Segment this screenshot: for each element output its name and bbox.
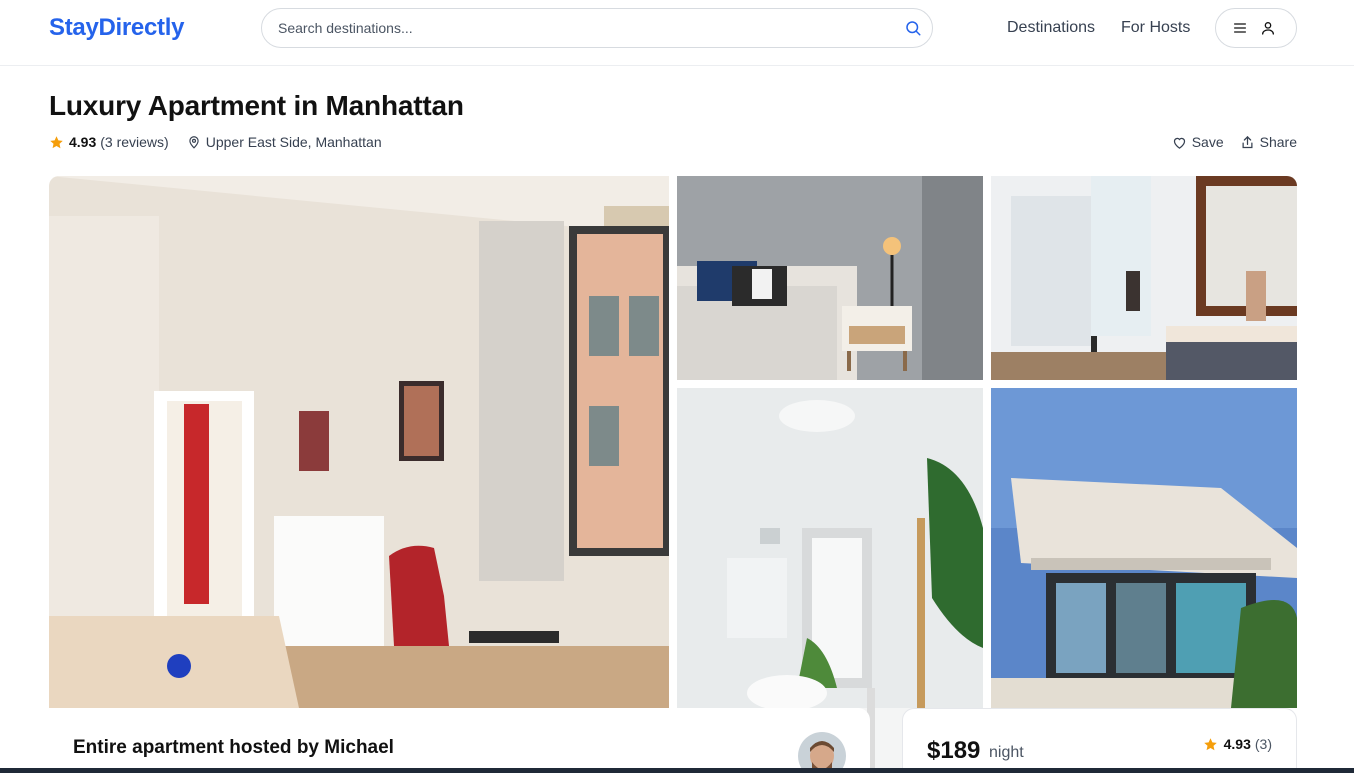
booking-rating-value: 4.93	[1223, 736, 1251, 752]
photo-bathroom[interactable]	[991, 176, 1297, 380]
listing-title: Luxury Apartment in Manhattan	[49, 90, 464, 121]
save-label: Save	[1191, 134, 1224, 150]
host-title: Entire apartment hosted by Michael	[73, 737, 394, 758]
booking-review-count: (3)	[1254, 736, 1272, 752]
star-icon	[1203, 737, 1217, 750]
bottom-edge-bar	[0, 768, 1354, 773]
listing-actions: Save Share	[1172, 133, 1297, 151]
photo-modern-house[interactable]	[991, 388, 1297, 708]
search-input[interactable]	[278, 9, 888, 47]
user-menu-button[interactable]	[1215, 8, 1297, 48]
map-pin-icon	[187, 135, 201, 149]
save-button[interactable]: Save	[1172, 134, 1224, 150]
host-avatar[interactable]	[798, 732, 846, 773]
booking-rating: 4.93 (3)	[1203, 736, 1272, 752]
photo-bedroom[interactable]	[677, 176, 983, 380]
nav-destinations-link[interactable]: Destinations	[1007, 19, 1095, 37]
nightly-price: $189	[927, 737, 981, 764]
nav-for-hosts-link[interactable]: For Hosts	[1121, 19, 1190, 37]
top-header: StayDirectly Destinations For Hosts	[0, 0, 1354, 66]
user-icon	[1260, 20, 1276, 36]
search-bar[interactable]	[261, 8, 933, 48]
rating-value: 4.93	[69, 134, 97, 150]
share-button[interactable]: Share	[1240, 134, 1297, 150]
heart-icon	[1173, 137, 1185, 149]
menu-icon	[1232, 20, 1248, 36]
reviews-count[interactable]: (3 reviews)	[100, 134, 168, 150]
host-card: Entire apartment hosted by Michael	[49, 708, 870, 773]
star-icon	[49, 135, 64, 150]
share-label: Share	[1259, 134, 1297, 150]
share-icon	[1242, 135, 1253, 148]
price-unit: night	[989, 744, 1024, 761]
location-text: Upper East Side, Manhattan	[205, 134, 382, 150]
listing-meta: 4.93 (3 reviews) Upper East Side, Manhat…	[49, 133, 382, 151]
booking-card: $189 night 4.93 (3)	[902, 708, 1297, 773]
brand-logo[interactable]: StayDirectly	[49, 14, 184, 42]
photo-living-room[interactable]	[49, 176, 669, 708]
search-icon[interactable]	[904, 19, 922, 37]
